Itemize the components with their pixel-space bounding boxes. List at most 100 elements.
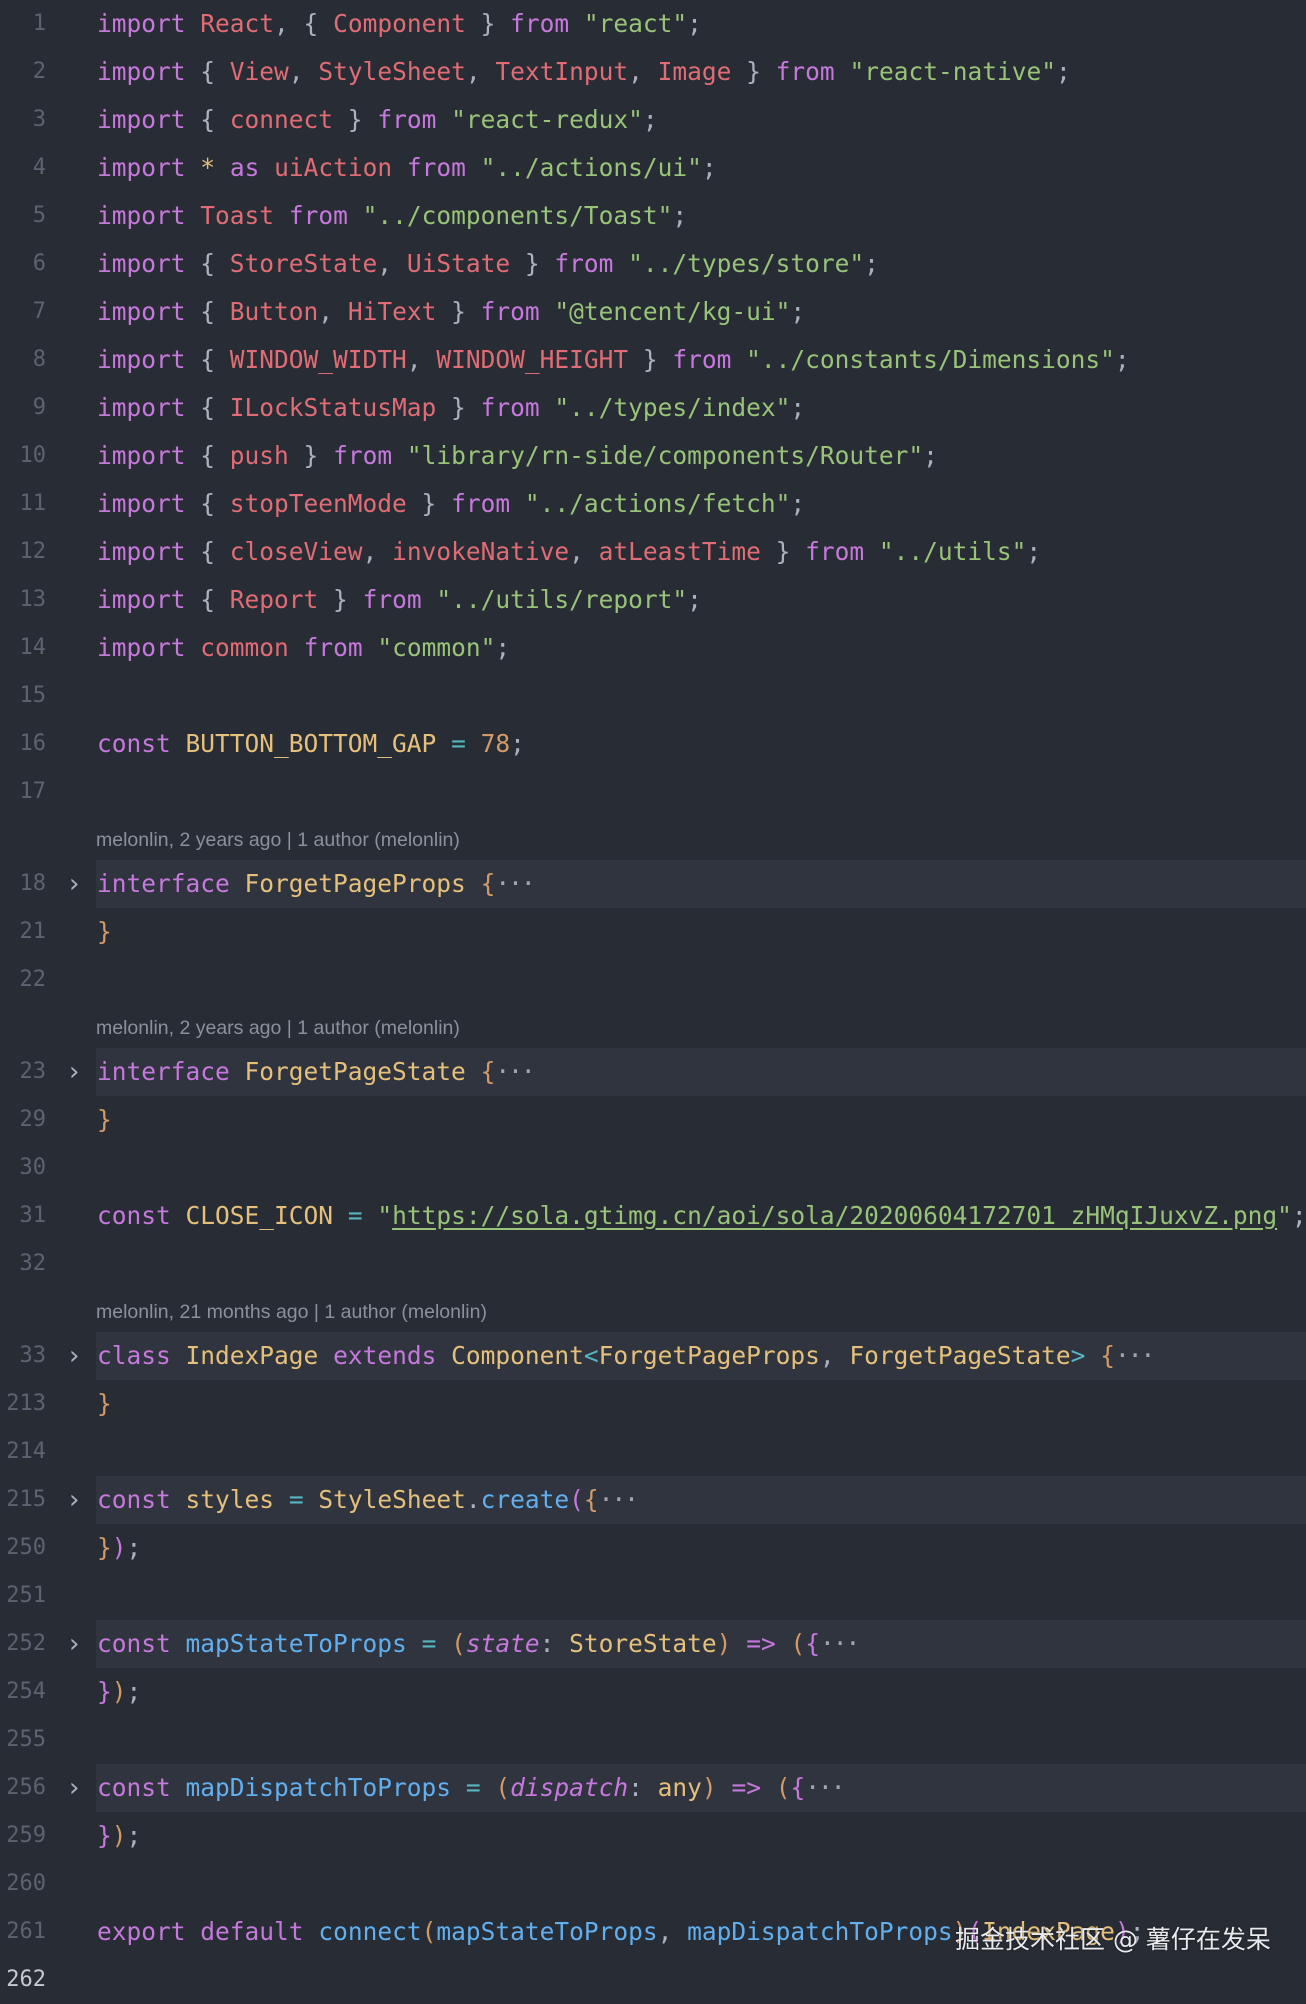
code-token: "../utils" [878, 537, 1027, 566]
code-token: } [628, 345, 673, 374]
line-number: 256 [6, 1775, 46, 1800]
code-token: "@tencent/kg-ui" [554, 297, 791, 326]
code-text: import * as uiAction from "../actions/ui… [97, 144, 717, 192]
fold-chevron-icon[interactable]: › [62, 1764, 86, 1812]
code-line[interactable]: 7 import { Button, HiText } from "@tencen… [0, 288, 1306, 336]
code-line[interactable]: 1 import React, { Component } from "react… [0, 0, 1306, 48]
line-number: 259 [6, 1823, 46, 1848]
folded-code-line[interactable]: 33 › class IndexPage extends Component<For… [0, 1332, 1306, 1380]
blame-separator: , [168, 1301, 180, 1323]
code-line[interactable]: 8 import { WINDOW_WIDTH, WINDOW_HEIGHT } … [0, 336, 1306, 384]
code-line[interactable]: 11 import { stopTeenMode } from "../actio… [0, 480, 1306, 528]
code-token: connect [229, 105, 334, 134]
code-line[interactable]: 5 import Toast from "../components/Toast"… [0, 192, 1306, 240]
code-line[interactable]: 213} [0, 1380, 1306, 1428]
blame-separator: , [168, 829, 180, 851]
code-token: import [97, 393, 186, 422]
code-token: BUTTON_BOTTOM_GAP [185, 729, 437, 758]
code-line[interactable]: 4 import * as uiAction from "../actions/u… [0, 144, 1306, 192]
code-line[interactable]: 9 import { ILockStatusMap } from "../type… [0, 384, 1306, 432]
code-line[interactable]: 21} [0, 908, 1306, 956]
code-token: UiState [406, 249, 511, 278]
code-line[interactable]: 2 import { View, StyleSheet, TextInput, I… [0, 48, 1306, 96]
code-line[interactable]: 29} [0, 1096, 1306, 1144]
fold-chevron-icon[interactable]: › [62, 1620, 86, 1668]
code-line[interactable]: 13 import { Report } from "../utils/repor… [0, 576, 1306, 624]
line-number: 12 [19, 539, 47, 564]
code-line[interactable]: 30 [0, 1144, 1306, 1192]
folded-code-line[interactable]: 256 › const mapDispatchToProps = (dispatch… [0, 1764, 1306, 1812]
code-line[interactable]: 17 [0, 768, 1306, 816]
line-number: 260 [6, 1871, 46, 1896]
code-token: " [377, 1201, 393, 1230]
fold-chevron-icon[interactable]: › [62, 1332, 86, 1380]
line-number: 255 [6, 1727, 46, 1752]
code-token: dispatch [510, 1773, 629, 1802]
code-token: import [97, 249, 186, 278]
folded-code-line[interactable]: 252 › const mapStateToProps = (state: Stor… [0, 1620, 1306, 1668]
code-token: { [185, 57, 230, 86]
code-token: { [185, 393, 230, 422]
code-line[interactable]: 16 const BUTTON_BOTTOM_GAP = 78; [0, 720, 1306, 768]
code-token: ; [790, 297, 806, 326]
code-line[interactable]: 6 import { StoreState, UiState } from "..… [0, 240, 1306, 288]
code-line[interactable]: 10 import { push } from "library/rn-side/… [0, 432, 1306, 480]
code-text: }); [97, 1668, 141, 1716]
code-token: ; [495, 633, 511, 662]
code-line[interactable]: 254}); [0, 1668, 1306, 1716]
code-line[interactable]: 32 [0, 1240, 1306, 1288]
code-line[interactable]: 255 [0, 1716, 1306, 1764]
git-blame-codelens[interactable]: melonlin, 2 years ago | 1 author (melonl… [96, 820, 460, 860]
code-line[interactable]: 31 const CLOSE_ICON = "https://sola.gtimg… [0, 1192, 1306, 1240]
code-line[interactable]: 262 [0, 1956, 1306, 2004]
code-line[interactable]: 14 import common from "common"; [0, 624, 1306, 672]
fold-ellipsis: ··· [1114, 1341, 1155, 1370]
code-token: ) [111, 1677, 127, 1706]
code-editor[interactable]: 1 import React, { Component } from "react… [0, 0, 1306, 1994]
fold-chevron-icon[interactable]: › [62, 1476, 86, 1524]
code-token: WINDOW_HEIGHT [436, 345, 629, 374]
code-line[interactable]: 250}); [0, 1524, 1306, 1572]
code-token: atLeastTime [598, 537, 761, 566]
code-token: StyleSheet [318, 57, 466, 86]
code-token: } [333, 105, 378, 134]
code-line[interactable]: 251 [0, 1572, 1306, 1620]
code-token: , [318, 297, 348, 326]
code-line[interactable]: 214 [0, 1428, 1306, 1476]
code-line[interactable]: 260 [0, 1860, 1306, 1908]
code-line[interactable]: 12 import { closeView, invokeNative, atLe… [0, 528, 1306, 576]
code-token: Component [333, 9, 466, 38]
git-blame-codelens[interactable]: melonlin, 2 years ago | 1 author (melonl… [96, 1008, 460, 1048]
fold-chevron-icon[interactable]: › [62, 1048, 86, 1096]
code-token: } [510, 249, 555, 278]
git-blame-codelens[interactable]: melonlin, 21 months ago | 1 author (melo… [96, 1292, 487, 1332]
code-token: stopTeenMode [229, 489, 407, 518]
code-token: create [480, 1485, 570, 1514]
code-token: = [465, 1773, 481, 1802]
folded-code-line[interactable]: 215 › const styles = StyleSheet.create({··… [0, 1476, 1306, 1524]
folded-code-line[interactable]: 23 › interface ForgetPageState {··· [0, 1048, 1306, 1096]
code-line[interactable]: 22 [0, 956, 1306, 1004]
code-token: : [539, 1629, 570, 1658]
fold-chevron-icon[interactable]: › [62, 860, 86, 908]
code-line[interactable]: 3 import { connect } from "react-redux"; [0, 96, 1306, 144]
code-token[interactable]: https://sola.gtimg.cn/aoi/sola/202006041… [392, 1201, 1277, 1230]
folded-code-line[interactable]: 18 › interface ForgetPageProps {··· [0, 860, 1306, 908]
code-line[interactable]: 15 [0, 672, 1306, 720]
code-token: Report [229, 585, 319, 614]
code-token: = [421, 1629, 437, 1658]
code-token: import [97, 9, 186, 38]
code-line[interactable]: 259}); [0, 1812, 1306, 1860]
code-token: import [97, 585, 186, 614]
line-number: 22 [19, 967, 47, 992]
